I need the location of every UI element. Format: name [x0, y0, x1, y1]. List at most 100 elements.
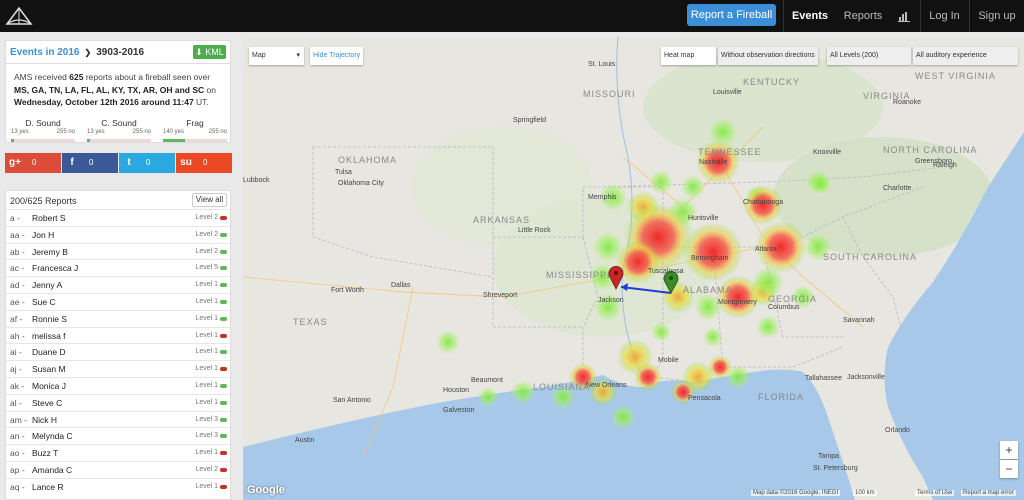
ams-logo-icon[interactable]: [4, 4, 34, 28]
levels-filter[interactable]: All Levels (200): [827, 47, 911, 65]
states-list: MS, GA, TN, LA, FL, AL, KY, TX, AR, OH a…: [14, 84, 205, 95]
chevron-right-icon: ❯: [82, 48, 94, 57]
report-row[interactable]: ac - Francesca J Level 5: [6, 259, 230, 276]
meter-no: 255 no: [208, 129, 227, 135]
state-label: SOUTH CAROLINA: [823, 252, 918, 262]
heat-spot: [436, 330, 460, 354]
report-row[interactable]: ak - Monica J Level 1: [6, 377, 230, 394]
terms-link[interactable]: Terms of Use: [915, 490, 955, 496]
state-label: KENTUCKY: [743, 77, 801, 87]
heat-map-toggle[interactable]: Heat map: [661, 47, 716, 65]
report-status-pill: [220, 232, 227, 237]
report-row[interactable]: ab - Jeremy B Level 2: [6, 242, 230, 260]
reporter-name[interactable]: Susan M: [32, 361, 66, 377]
reporter-name[interactable]: Francesca J: [32, 260, 78, 276]
heat-spot: [709, 118, 737, 146]
twitter-icon: t: [127, 157, 131, 168]
reporter-name[interactable]: Jon H: [32, 227, 54, 243]
reporter-name[interactable]: Jeremy B: [32, 244, 68, 260]
meter-title: D. Sound: [25, 118, 61, 128]
twitter-share-button[interactable]: t0: [119, 153, 175, 173]
stats-chart-icon[interactable]: [890, 0, 918, 32]
heat-spot: [611, 405, 635, 429]
events-year-link[interactable]: Events in 2016: [10, 47, 79, 58]
report-map-error-link[interactable]: Report a map error: [961, 490, 1016, 496]
nav-reports-link[interactable]: Reports: [838, 0, 888, 32]
event-summary-panel: Events in 2016 ❯ 3903-2016 ⬇ KML AMS rec…: [5, 40, 231, 143]
reporter-name[interactable]: Steve C: [32, 395, 62, 411]
report-code: al -: [10, 397, 22, 408]
share-row: g+ 0 f 0 t 0 su 0: [5, 153, 232, 173]
state-label: ALABAMA: [683, 285, 733, 295]
download-icon: ⬇: [195, 47, 203, 57]
observation-directions-toggle[interactable]: Without observation directions: [718, 47, 818, 65]
report-row[interactable]: am - Nick H Level 3: [6, 410, 230, 428]
city-label: Dallas: [391, 282, 411, 289]
report-row[interactable]: ap - Amanda C Level 2: [6, 461, 230, 478]
reporter-name[interactable]: Monica J: [32, 378, 66, 394]
map-area[interactable]: MISSOURI KENTUCKY WEST VIRGINIA VIRGINIA TEN…: [243, 37, 1024, 500]
report-row[interactable]: an - Melynda C Level 3: [6, 427, 230, 444]
facebook-share-button[interactable]: f0: [62, 153, 118, 173]
summary-on: on: [204, 84, 216, 95]
report-row[interactable]: ao - Buzz T Level 1: [6, 444, 230, 461]
map-type-select[interactable]: Map ▾: [249, 47, 304, 65]
report-row[interactable]: aq - Lance R Level 1: [6, 477, 230, 495]
report-count: 625: [69, 72, 84, 82]
zoom-out-button[interactable]: −: [1000, 460, 1018, 478]
report-row[interactable]: a - Robert S Level 2: [6, 209, 230, 226]
reporter-name[interactable]: Nick H: [32, 412, 57, 428]
report-row[interactable]: aj - Susan M Level 1: [6, 360, 230, 377]
city-label: Nashville: [699, 159, 728, 166]
reporter-name[interactable]: Lance R: [32, 479, 64, 495]
report-row[interactable]: al - Steve C Level 1: [6, 393, 230, 411]
report-status-pill: [220, 434, 227, 439]
hide-trajectory-button[interactable]: Hide Trajectory: [310, 47, 364, 65]
share-count: 0: [146, 158, 151, 167]
reporter-name[interactable]: melissa f: [32, 328, 66, 344]
reporter-name[interactable]: Duane D: [32, 344, 66, 360]
google-plus-icon: g+: [9, 157, 21, 168]
report-code: an -: [10, 431, 25, 442]
reporter-name[interactable]: Buzz T: [32, 445, 58, 461]
signup-link[interactable]: Sign up: [970, 0, 1024, 32]
report-row[interactable]: af - Ronnie S Level 1: [6, 309, 230, 327]
meter-values: 13 yes 255 no: [11, 129, 75, 138]
city-label: Huntsville: [688, 215, 719, 222]
reporter-name[interactable]: Ronnie S: [32, 311, 67, 327]
reporter-name[interactable]: Jenny A: [32, 277, 62, 293]
sound-meter: D. Sound 13 yes 255 no: [11, 118, 75, 142]
view-all-button[interactable]: View all: [192, 193, 227, 207]
kml-download-button[interactable]: ⬇ KML: [193, 45, 226, 59]
report-row[interactable]: ai - Duane D Level 1: [6, 343, 230, 360]
city-label: Roanoke: [893, 99, 922, 106]
report-row[interactable]: aa - Jon H Level 2: [6, 225, 230, 243]
reporter-name[interactable]: Melynda C: [32, 428, 73, 444]
report-row[interactable]: ae - Sue C Level 1: [6, 293, 230, 310]
report-fireball-button[interactable]: Report a Fireball: [687, 4, 776, 26]
reporter-name[interactable]: Robert S: [32, 210, 66, 226]
summary-mid: reports about a fireball seen over: [83, 72, 211, 82]
city-label: Tulsa: [335, 169, 352, 176]
nav-events-link[interactable]: Events: [784, 0, 836, 32]
city-label: Tallahassee: [805, 375, 842, 382]
stumbleupon-share-button[interactable]: su 0: [176, 153, 232, 173]
map-data-attribution: Map data ©2016 Google, INEGI: [751, 490, 841, 496]
report-level: Level 1: [195, 482, 218, 490]
report-row[interactable]: ad - Jenny A Level 1: [6, 276, 230, 293]
login-link[interactable]: Log In: [922, 0, 967, 32]
reporter-name[interactable]: Amanda C: [32, 462, 72, 478]
city-label: Chattanooga: [743, 199, 784, 206]
report-status-pill: [220, 417, 227, 422]
zoom-in-button[interactable]: +: [1000, 441, 1018, 459]
google-plus-share-button[interactable]: g+ 0: [5, 153, 61, 173]
heat-spot: [811, 174, 831, 194]
meter-title: Frag: [186, 118, 204, 128]
event-title: Events in 2016 ❯ 3903-2016: [10, 47, 144, 58]
report-code: ae -: [10, 297, 25, 307]
reporter-name[interactable]: Sue C: [32, 294, 56, 310]
state-label: MISSOURI: [583, 89, 636, 99]
auditory-filter[interactable]: All auditory experience: [913, 47, 1018, 65]
map-scale: 100 km: [853, 490, 877, 496]
report-row[interactable]: ah - melissa f Level 1: [6, 326, 230, 344]
